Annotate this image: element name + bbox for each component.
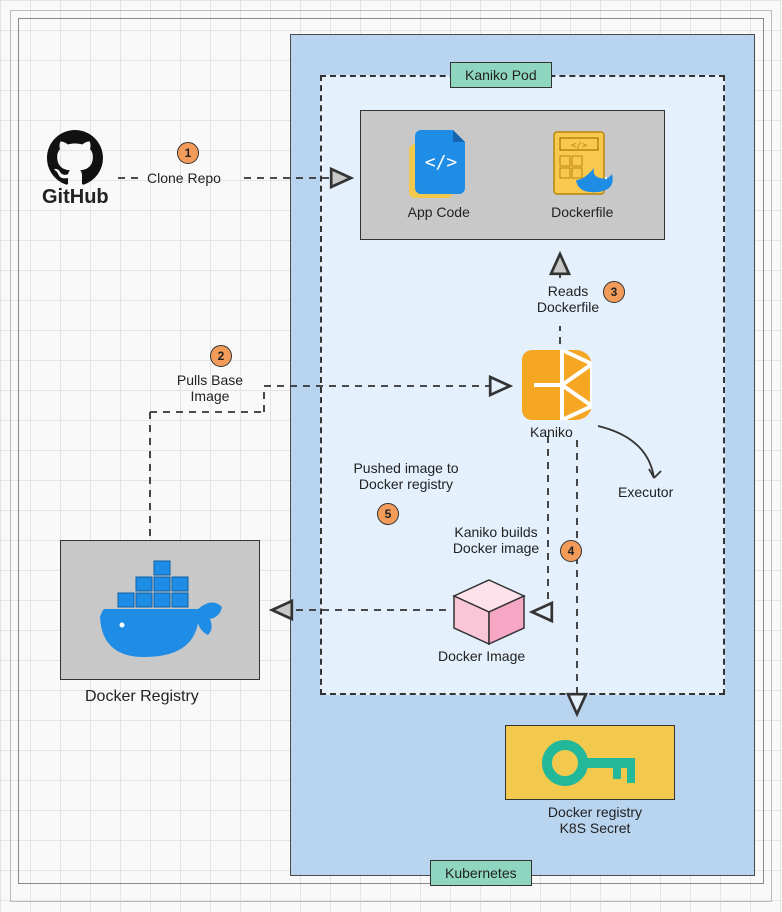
kaniko-pod-label: Kaniko Pod bbox=[450, 62, 552, 88]
kaniko-label: Kaniko bbox=[530, 424, 573, 441]
kaniko-icon bbox=[522, 350, 592, 420]
docker-image-label: Docker Image bbox=[438, 648, 525, 665]
docker-registry-label: Docker Registry bbox=[85, 688, 199, 706]
step-badge-2: 2 bbox=[210, 345, 232, 367]
source-files-box: </> App Code </> Dockerfile bbox=[360, 110, 665, 240]
svg-text:</>: </> bbox=[424, 152, 457, 173]
label-clone-repo: Clone Repo bbox=[147, 170, 221, 186]
label-kaniko-builds: Kaniko builds Docker image bbox=[436, 524, 556, 556]
step-badge-3: 3 bbox=[603, 281, 625, 303]
step-badge-4: 4 bbox=[560, 540, 582, 562]
label-pulls-base-image: Pulls Base Image bbox=[160, 372, 260, 404]
dockerfile-icon: </> bbox=[546, 130, 618, 200]
step-badge-1: 1 bbox=[177, 142, 199, 164]
step-badge-5: 5 bbox=[377, 503, 399, 525]
key-icon bbox=[535, 735, 645, 790]
docker-whale-icon bbox=[90, 555, 230, 665]
github-label: GitHub bbox=[42, 186, 109, 209]
k8s-secret-label: Docker registry K8S Secret bbox=[515, 804, 675, 836]
cube-icon bbox=[450, 578, 528, 648]
label-pushed-image: Pushed image to Docker registry bbox=[336, 460, 476, 492]
label-executor: Executor bbox=[618, 484, 673, 500]
docker-image-node bbox=[450, 578, 528, 651]
svg-text:</>: </> bbox=[571, 141, 588, 151]
docker-registry-node bbox=[60, 540, 260, 680]
label-reads-dockerfile: Reads Dockerfile bbox=[528, 283, 608, 315]
kaniko-node bbox=[522, 350, 592, 420]
github-icon bbox=[47, 130, 103, 186]
app-code-icon: </> bbox=[407, 130, 471, 200]
k8s-secret-node bbox=[505, 725, 675, 800]
app-code-item: </> App Code bbox=[407, 130, 471, 221]
kubernetes-label: Kubernetes bbox=[430, 860, 532, 886]
dockerfile-item: </> Dockerfile bbox=[546, 130, 618, 221]
app-code-label: App Code bbox=[408, 204, 470, 221]
dockerfile-label: Dockerfile bbox=[551, 204, 613, 221]
github-node: GitHub bbox=[42, 130, 109, 209]
